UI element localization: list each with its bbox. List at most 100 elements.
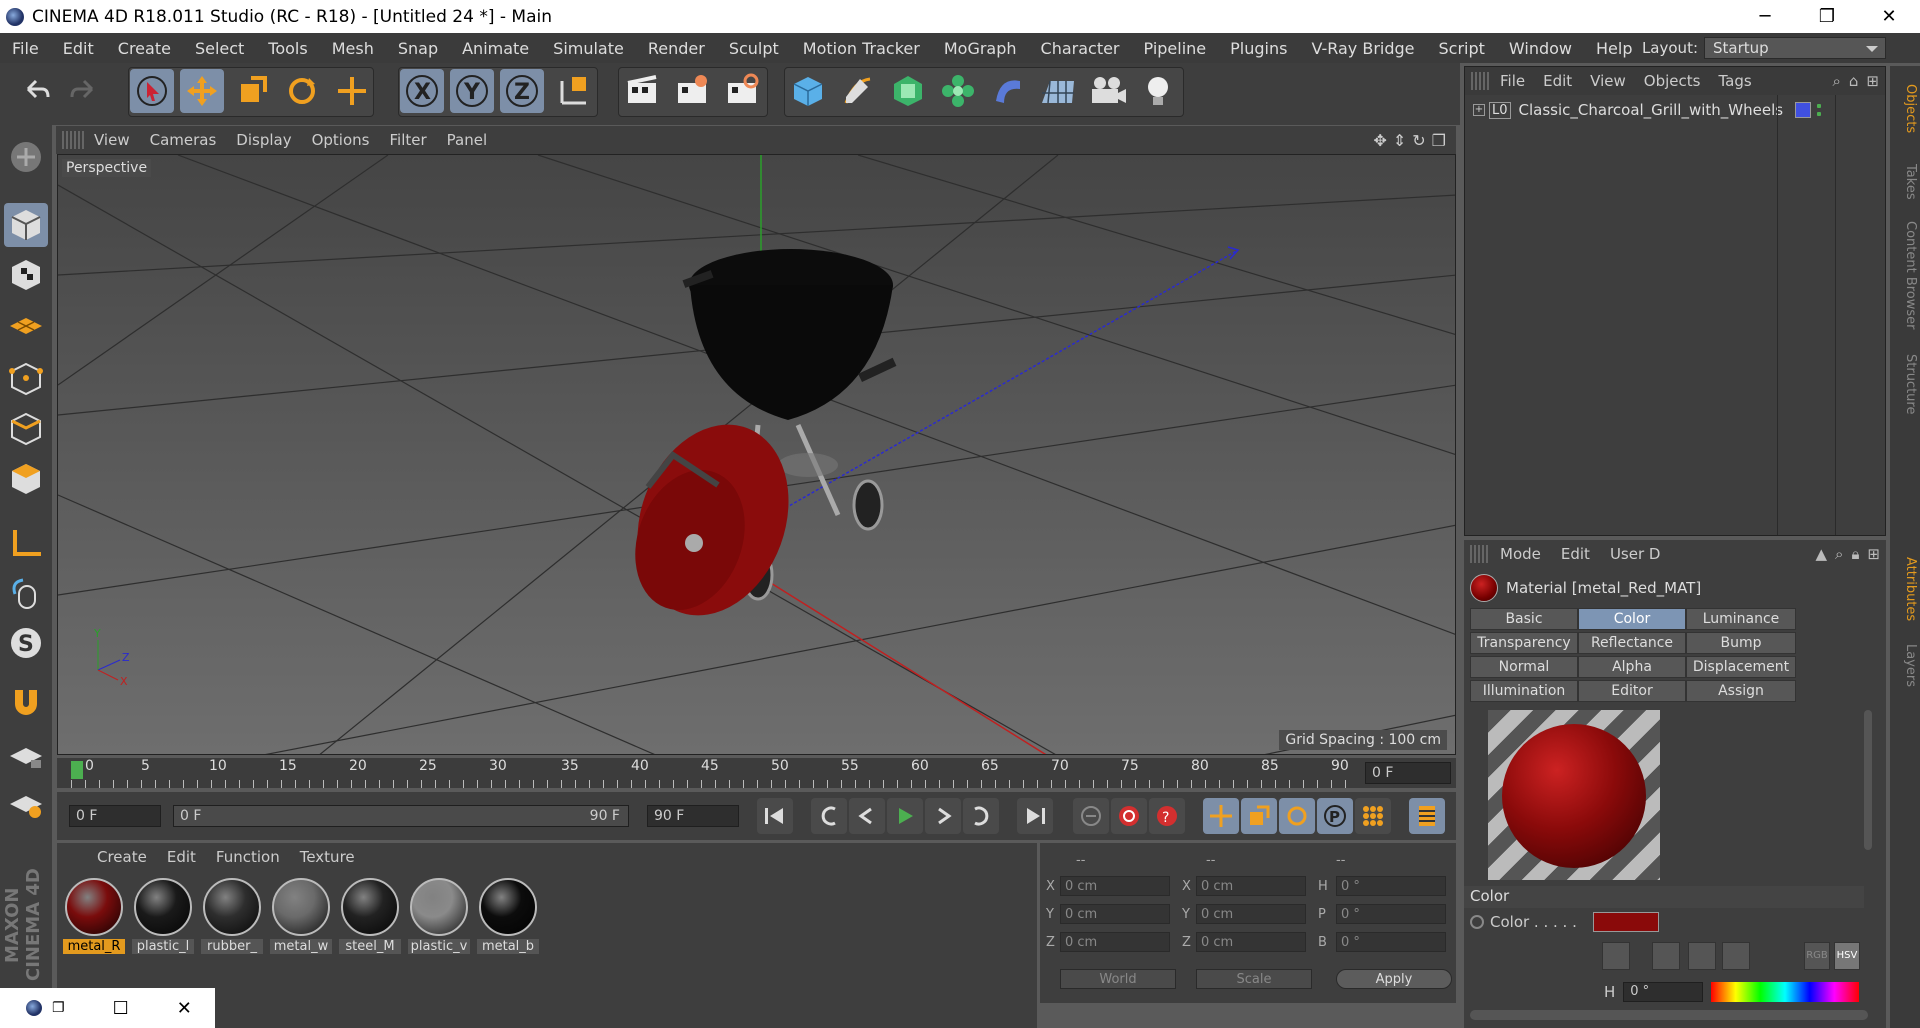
subdivision-surface-icon[interactable] <box>886 69 930 113</box>
material-menu-create[interactable]: Create <box>87 848 157 866</box>
current-frame-field[interactable]: 0 F <box>1365 762 1451 784</box>
z-axis-icon[interactable]: Z <box>500 69 544 113</box>
side-tab-structure[interactable]: Structure <box>1892 344 1918 424</box>
tab-assign[interactable]: Assign <box>1686 680 1796 702</box>
hsv-mode-button[interactable]: HSV <box>1834 942 1860 970</box>
planar-workplane-icon[interactable] <box>4 781 48 825</box>
edges-mode-icon[interactable] <box>4 407 48 451</box>
viewport-maximize-icon[interactable]: ❐ <box>1432 131 1446 150</box>
side-tab-takes[interactable]: Takes <box>1892 152 1918 212</box>
layer-color-swatch[interactable] <box>1795 102 1812 118</box>
next-frame-icon[interactable] <box>925 798 961 834</box>
tab-illumination[interactable]: Illumination <box>1470 680 1578 702</box>
size-z-field[interactable]: 0 cm <box>1196 932 1306 952</box>
close-icon[interactable]: ✕ <box>177 998 192 1019</box>
side-tab-attributes[interactable]: Attributes <box>1892 544 1918 634</box>
attributes-menu-edit[interactable]: Edit <box>1551 545 1600 563</box>
material-menu-function[interactable]: Function <box>206 848 290 866</box>
rotation-h-field[interactable]: 0 ° <box>1336 876 1446 896</box>
tweak-mode-icon[interactable] <box>4 571 48 615</box>
workplane-mode-icon[interactable] <box>4 303 48 347</box>
objects-menu-edit[interactable]: Edit <box>1534 72 1581 90</box>
tab-reflectance[interactable]: Reflectance <box>1578 632 1686 654</box>
layout-dropdown[interactable]: Startup <box>1704 37 1886 59</box>
viewport-menu-options[interactable]: Options <box>302 131 380 149</box>
viewport-menu-cameras[interactable]: Cameras <box>140 131 227 149</box>
viewport-menu-panel[interactable]: Panel <box>437 131 497 149</box>
redo-icon[interactable] <box>62 69 106 113</box>
key-position-icon[interactable] <box>1203 798 1239 834</box>
record-keys-icon[interactable] <box>1073 798 1109 834</box>
model-mode-icon[interactable] <box>4 203 48 247</box>
object-row[interactable]: + L0 Classic_Charcoal_Grill_with_Wheels <box>1465 97 1885 123</box>
rotation-p-field[interactable]: 0 ° <box>1336 904 1446 924</box>
tab-editor[interactable]: Editor <box>1578 680 1686 702</box>
menu-animate[interactable]: Animate <box>450 39 541 58</box>
undo-icon[interactable] <box>14 69 58 113</box>
goto-start-icon[interactable] <box>757 798 793 834</box>
animate-param-icon[interactable] <box>1470 915 1484 929</box>
home-icon[interactable]: ⌂ <box>1849 72 1859 90</box>
key-rotation-icon[interactable] <box>1279 798 1315 834</box>
timeline-window-icon[interactable] <box>1409 798 1445 834</box>
eyedropper-icon[interactable] <box>1722 942 1750 970</box>
menu-render[interactable]: Render <box>636 39 717 58</box>
render-view-icon[interactable] <box>620 69 664 113</box>
material-swatch[interactable]: steel_M <box>339 878 401 954</box>
tab-bump[interactable]: Bump <box>1686 632 1796 654</box>
coordinate-system-icon[interactable] <box>552 69 596 113</box>
keyframe-selection-icon[interactable]: ? <box>1149 798 1185 834</box>
goto-end-icon[interactable] <box>1017 798 1053 834</box>
add-panel-icon[interactable]: ⊞ <box>1867 545 1880 563</box>
material-swatch[interactable]: metal_w <box>270 878 332 954</box>
render-picture-viewer-icon[interactable] <box>670 69 714 113</box>
spectrum-icon[interactable] <box>1652 942 1680 970</box>
objects-menu-tags[interactable]: Tags <box>1709 72 1760 90</box>
attributes-menu-mode[interactable]: Mode <box>1490 545 1551 563</box>
solo-mode-icon[interactable]: S <box>4 621 48 665</box>
end-frame-field[interactable]: 90 F <box>647 805 739 827</box>
key-scale-icon[interactable] <box>1241 798 1277 834</box>
texture-mode-icon[interactable] <box>4 253 48 297</box>
close-button[interactable]: ✕ <box>1858 0 1920 33</box>
x-axis-icon[interactable]: X <box>400 69 444 113</box>
viewport-menu-view[interactable]: View <box>84 131 140 149</box>
floor-environment-icon[interactable] <box>1036 69 1080 113</box>
add-panel-icon[interactable]: ⊞ <box>1866 72 1879 90</box>
3d-viewport[interactable]: Y Z X Perspective Grid Spacing : 100 cm <box>57 154 1456 755</box>
light-icon[interactable] <box>1136 69 1180 113</box>
deformer-bend-icon[interactable] <box>986 69 1030 113</box>
tab-luminance[interactable]: Luminance <box>1686 608 1796 630</box>
polygons-mode-icon[interactable] <box>4 457 48 501</box>
expand-icon[interactable]: + <box>1473 104 1485 116</box>
rotation-b-field[interactable]: 0 ° <box>1336 932 1446 952</box>
menu-mesh[interactable]: Mesh <box>320 39 386 58</box>
menu-script[interactable]: Script <box>1427 39 1497 58</box>
color-wheel-icon[interactable] <box>1602 942 1630 970</box>
viewport-menu-filter[interactable]: Filter <box>379 131 436 149</box>
transform-icon[interactable] <box>330 69 374 113</box>
size-x-field[interactable]: 0 cm <box>1196 876 1306 896</box>
viewport-move-icon[interactable]: ✥ <box>1373 131 1386 150</box>
rotate-icon[interactable] <box>280 69 324 113</box>
position-y-field[interactable]: 0 cm <box>1060 904 1170 924</box>
snap-magnet-icon[interactable] <box>4 681 48 725</box>
side-tab-objects[interactable]: Objects <box>1892 74 1918 144</box>
pen-spline-icon[interactable] <box>836 69 880 113</box>
live-selection-icon[interactable] <box>130 69 174 113</box>
material-menu-edit[interactable]: Edit <box>157 848 206 866</box>
objects-menu-file[interactable]: File <box>1491 72 1534 90</box>
minimize-button[interactable]: ─ <box>1734 0 1796 33</box>
hue-field[interactable]: 0 ° <box>1623 982 1704 1002</box>
tab-displacement[interactable]: Displacement <box>1686 656 1796 678</box>
attributes-menu-user-data[interactable]: User D <box>1600 545 1671 563</box>
size-y-field[interactable]: 0 cm <box>1196 904 1306 924</box>
menu-pipeline[interactable]: Pipeline <box>1132 39 1219 58</box>
lock-icon[interactable]: 🔒︎ <box>1851 545 1859 563</box>
viewport-menu-display[interactable]: Display <box>226 131 301 149</box>
move-icon[interactable] <box>180 69 224 113</box>
menu-create[interactable]: Create <box>106 39 183 58</box>
preview-range-slider[interactable]: 0 F 90 F <box>173 805 629 827</box>
scrollbar[interactable] <box>1864 710 1872 850</box>
tab-normal[interactable]: Normal <box>1470 656 1578 678</box>
